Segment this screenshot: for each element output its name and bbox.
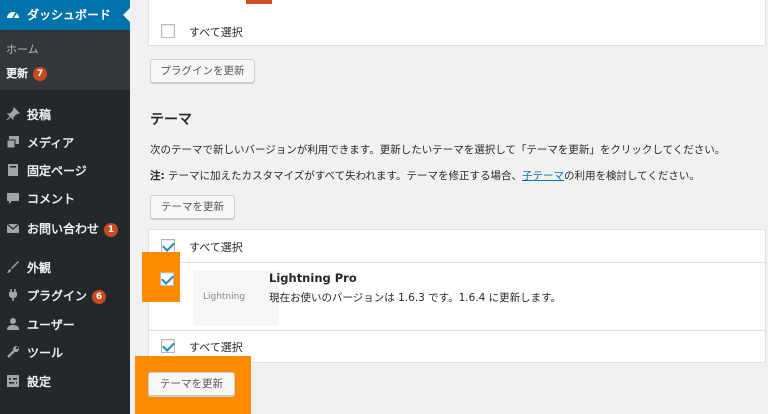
update-themes-button-top[interactable]: テーマを更新	[150, 195, 235, 219]
themes-table: すべて選択 Lightning Lightning Pro 現在お使いのバージョ…	[148, 229, 766, 363]
sidebar-item-label: メディア	[27, 136, 75, 150]
page-icon	[8, 164, 18, 176]
dashboard-icon	[7, 12, 19, 19]
theme-name: Lightning Pro	[269, 271, 357, 285]
sidebar-item-media[interactable]: メディア	[0, 129, 130, 155]
themes-select-all-label-top: すべて選択	[189, 241, 243, 254]
contact-count-badge: 1	[104, 222, 119, 237]
plugins-table-footer: すべて選択	[148, 0, 766, 46]
submenu-home[interactable]: ホーム	[6, 41, 39, 57]
update-themes-button-bottom[interactable]: テーマを更新	[148, 372, 235, 396]
main-content: すべて選択 プラグインを更新 テーマ 次のテーマで新しいバージョンが利用できます…	[130, 0, 768, 414]
sidebar-item-contact[interactable]: お問い合わせ 1	[0, 215, 130, 241]
sidebar-item-pages[interactable]: 固定ページ	[0, 157, 130, 183]
sidebar-item-label: ユーザー	[27, 318, 75, 332]
plugins-count-badge: 6	[92, 289, 107, 304]
themes-select-all-label-bottom: すべて選択	[189, 341, 243, 354]
updates-count-badge: 7	[33, 67, 47, 81]
row-divider	[149, 330, 765, 331]
theme-version-info: 現在お使いのバージョンは 1.6.3 です。1.6.4 に更新します。	[269, 292, 562, 304]
media-icon	[6, 136, 19, 149]
themes-select-all-checkbox-top[interactable]	[161, 239, 175, 253]
plugin-thumbnail-edge	[246, 0, 272, 4]
sidebar-item-comments[interactable]: コメント	[0, 185, 130, 211]
child-theme-link[interactable]: 子テーマ	[522, 170, 564, 182]
brush-icon	[7, 261, 19, 273]
themes-note: 注: テーマに加えたカスタマイズがすべて失われます。テーマを修正する場合、子テー…	[150, 170, 700, 182]
pin-icon	[6, 107, 20, 121]
sidebar-item-posts[interactable]: 投稿	[0, 101, 130, 127]
current-arrow	[123, 8, 130, 22]
sidebar-item-settings[interactable]: 設定	[0, 368, 130, 394]
sidebar-item-label: 固定ページ	[27, 164, 87, 178]
submenu-updates-label: 更新	[6, 67, 28, 80]
sidebar-item-label: 設定	[27, 375, 52, 389]
themes-select-all-checkbox-bottom[interactable]	[161, 339, 175, 353]
plugins-select-all-label: すべて選択	[189, 26, 243, 39]
theme-thumbnail-label: Lightning	[203, 292, 246, 302]
theme-row-checkbox[interactable]	[160, 272, 174, 286]
row-divider	[149, 262, 765, 263]
user-icon	[7, 318, 19, 330]
sidebar-item-label: 投稿	[27, 108, 52, 122]
plugin-icon	[9, 289, 17, 301]
sidebar-item-dashboard[interactable]: ダッシュボード	[0, 0, 130, 30]
dashboard-submenu: ホーム 更新 7	[0, 30, 130, 90]
wrench-icon	[7, 346, 19, 358]
sidebar-item-plugins[interactable]: プラグイン 6	[0, 282, 130, 308]
sidebar-item-label: プラグイン 6	[27, 287, 107, 304]
themes-heading: テーマ	[150, 112, 192, 128]
sidebar-item-label: 外観	[27, 261, 52, 275]
sidebar-item-label: お問い合わせ 1	[27, 220, 119, 237]
update-plugins-button[interactable]: プラグインを更新	[150, 59, 255, 83]
submenu-updates[interactable]: 更新 7	[6, 65, 47, 81]
admin-sidebar: ダッシュボード ホーム 更新 7 投稿 メディア 固定ページ コメント お問い合わ…	[0, 0, 130, 414]
comment-icon	[7, 193, 19, 204]
mail-icon	[6, 223, 20, 233]
theme-thumbnail: Lightning	[193, 270, 279, 326]
plugins-select-all-checkbox[interactable]	[161, 24, 175, 38]
themes-description: 次のテーマで新しいバージョンが利用できます。更新したいテーマを選択して「テーマを…	[150, 144, 726, 156]
sidebar-item-label: ツール	[27, 346, 64, 360]
sidebar-item-users[interactable]: ユーザー	[0, 311, 130, 337]
sidebar-item-label: コメント	[27, 192, 76, 206]
sidebar-item-label: ダッシュボード	[27, 8, 112, 22]
sidebar-item-tools[interactable]: ツール	[0, 339, 130, 365]
settings-icon	[7, 375, 19, 387]
sidebar-item-appearance[interactable]: 外観	[0, 254, 130, 280]
